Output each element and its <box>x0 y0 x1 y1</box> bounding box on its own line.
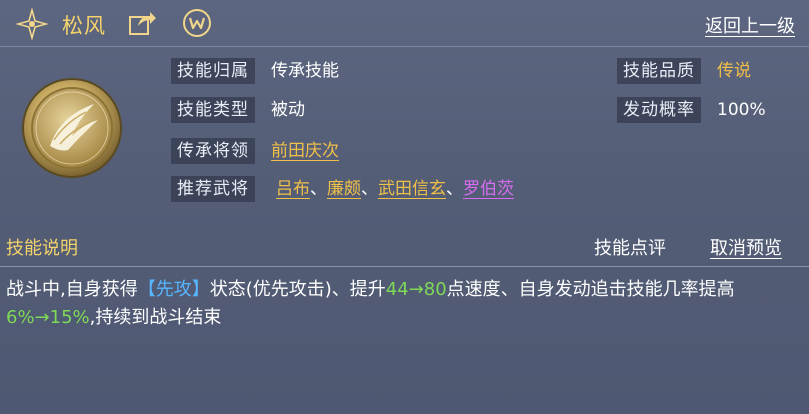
skill-description-title: 技能说明 <box>6 238 78 259</box>
speed-range: 44→80 <box>385 279 447 300</box>
separator: 、 <box>361 179 378 199</box>
header-divider <box>0 46 809 47</box>
sparkle-star-icon <box>16 8 48 40</box>
recommend-general-link[interactable]: 廉颇 <box>327 179 361 199</box>
chat-bubble-icon[interactable] <box>180 7 214 41</box>
desc-text: ,持续到战斗结束 <box>89 307 222 328</box>
skill-belong-label: 技能归属 <box>171 58 255 84</box>
recommend-general-link[interactable]: 武田信玄 <box>378 179 446 199</box>
chance-range: 6%→15% <box>6 307 90 328</box>
recommend-general-label: 推荐武将 <box>171 176 255 202</box>
skill-type-value: 被动 <box>271 100 305 120</box>
trigger-rate-label: 发动概率 <box>617 97 701 123</box>
back-button[interactable]: 返回上一级 <box>705 12 795 38</box>
skill-description-text: 战斗中,自身获得【先攻】状态(优先攻击)、提升44→80点速度、自身发动追击技能… <box>6 276 802 332</box>
skill-emblem-icon <box>20 76 124 180</box>
separator: 、 <box>446 179 463 199</box>
desc-text: 点速度、自身发动追击技能几率提高 <box>446 279 735 300</box>
desc-text: 状态(优先攻击)、提升 <box>209 279 386 300</box>
desc-text: 战斗中,自身获得 <box>6 279 138 300</box>
skill-quality-label: 技能品质 <box>617 58 701 84</box>
skill-title: 松风 <box>62 14 106 38</box>
recommend-general-link[interactable]: 吕布 <box>276 179 310 199</box>
skill-belong-value: 传承技能 <box>271 61 339 81</box>
separator: 、 <box>310 179 327 199</box>
skill-type-label: 技能类型 <box>171 97 255 123</box>
cancel-preview-button[interactable]: 取消预览 <box>710 234 782 260</box>
status-keyword: 【先攻】 <box>137 279 210 300</box>
inherit-general-link[interactable]: 前田庆次 <box>271 138 339 164</box>
section-divider <box>0 266 809 267</box>
recommend-general-list: 吕布、廉颇、武田信玄、罗伯茨 <box>276 176 514 202</box>
share-icon[interactable] <box>128 9 158 37</box>
skill-review-button[interactable]: 技能点评 <box>594 234 666 260</box>
trigger-rate-value: 100% <box>717 100 766 120</box>
recommend-general-link[interactable]: 罗伯茨 <box>463 179 514 199</box>
skill-quality-value: 传说 <box>717 61 751 81</box>
inherit-general-label: 传承将领 <box>171 138 255 164</box>
